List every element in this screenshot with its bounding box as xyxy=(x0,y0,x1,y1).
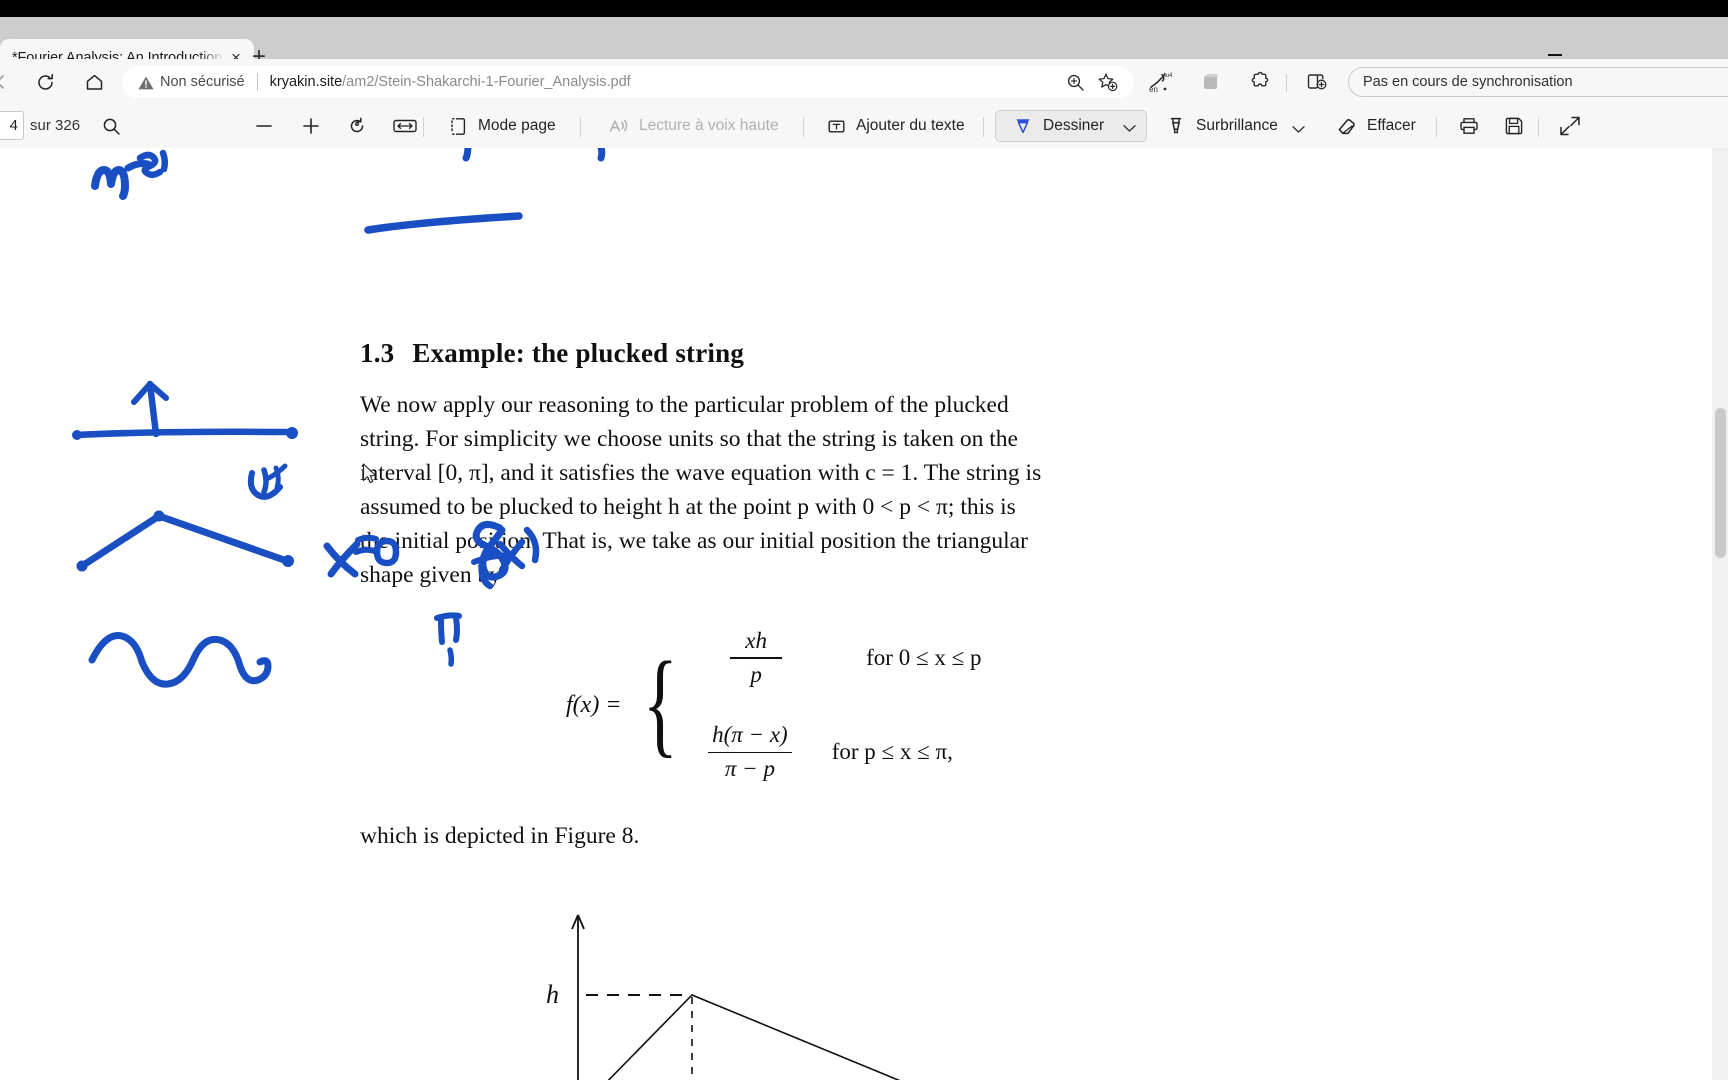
case-condition: for p ≤ x ≤ π, xyxy=(831,739,953,765)
omnibox-divider xyxy=(256,73,258,91)
split-screen-icon[interactable] xyxy=(1301,67,1331,97)
after-equation-text: which is depicted in Figure 8. xyxy=(360,823,640,849)
equation-lhs: f(x) = xyxy=(566,691,622,718)
address-bar[interactable]: Non sécurisé kryakin.site/am2/Stein-Shak… xyxy=(122,66,1134,98)
fraction-bar xyxy=(730,657,783,659)
zoom-out-button[interactable] xyxy=(243,110,285,142)
page-view-label: Mode page xyxy=(478,117,556,135)
left-brace: { xyxy=(642,636,678,768)
vertical-scrollbar-thumb[interactable] xyxy=(1715,408,1726,558)
warning-triangle-icon xyxy=(138,76,154,89)
sync-status-chip[interactable]: Pas en cours de synchronisation xyxy=(1348,67,1728,97)
section-number: 1.3 xyxy=(360,338,395,368)
extensions-puzzle-icon[interactable] xyxy=(1246,67,1276,97)
collections-icon[interactable] xyxy=(1196,67,1226,97)
sync-status-label: Pas en cours de synchronisation xyxy=(1363,74,1573,90)
highlight-button[interactable]: Surbrillance xyxy=(1155,110,1288,142)
toolbar-divider xyxy=(580,117,581,137)
zoom-in-button[interactable] xyxy=(290,110,332,142)
navigation-bar: Non sécurisé kryakin.site/am2/Stein-Shak… xyxy=(0,59,1728,104)
figure-y-label: h xyxy=(546,980,559,1009)
expand-button[interactable] xyxy=(1548,110,1592,142)
security-label: Non sécurisé xyxy=(160,74,245,90)
section-heading: 1.3 Example: the plucked string xyxy=(360,338,744,369)
tab-strip: *Fourier Analysis: An Introduction × + xyxy=(0,17,1728,76)
denominator: π − p xyxy=(724,756,775,782)
page-number-input[interactable]: 4 xyxy=(0,111,24,140)
reload-icon[interactable] xyxy=(30,67,60,97)
url-domain: kryakin.site xyxy=(269,74,343,90)
highlighter-icon xyxy=(1170,117,1182,134)
paragraph-line: assumed to be plucked to height h at the… xyxy=(360,494,1016,520)
capture-letterbox xyxy=(0,0,1728,17)
body-paragraph: We now apply our reasoning to the partic… xyxy=(360,388,1226,592)
url-text: kryakin.site/am2/Stein-Shakarchi-1-Fouri… xyxy=(270,74,1056,90)
add-text-label: Ajouter du texte xyxy=(856,117,965,135)
paragraph-line: the initial position. That is, we take a… xyxy=(360,528,1028,554)
denominator: p xyxy=(750,661,762,687)
toolbar-divider xyxy=(803,117,804,137)
search-button[interactable] xyxy=(92,110,131,142)
toolbar-divider xyxy=(1436,117,1437,137)
fraction: h(π − x) π − p xyxy=(708,722,792,782)
paragraph-line: string. For simplicity we choose units s… xyxy=(360,426,1018,452)
paragraph-line: interval [0, π], and it satisfies the wa… xyxy=(360,460,1042,486)
url-path: /am2/Stein-Shakarchi-1-Fourier_Analysis.… xyxy=(342,74,631,90)
toolbar-divider xyxy=(1286,74,1287,92)
paragraph-line: shape given by xyxy=(360,562,501,588)
vertical-scrollbar-track[interactable] xyxy=(1712,148,1728,1080)
toolbar-divider xyxy=(1538,117,1539,137)
triangular-waveform xyxy=(607,994,901,1080)
chevron-down-icon[interactable] xyxy=(1292,121,1305,139)
rotate-icon[interactable] xyxy=(336,110,378,142)
equation-case: h(π − x) π − p for p ≤ x ≤ π, xyxy=(694,722,981,782)
save-button[interactable] xyxy=(1493,110,1535,142)
display-equation: f(x) = { xh p for 0 ≤ x ≤ p h(π − x) π −… xyxy=(566,628,981,783)
erase-button[interactable]: Effacer xyxy=(1326,110,1426,142)
draw-label: Dessiner xyxy=(1043,117,1105,135)
paragraph-line: We now apply our reasoning to the partic… xyxy=(360,392,1009,418)
fraction-bar xyxy=(708,751,792,754)
browser-window: *Fourier Analysis: An Introduction × + N… xyxy=(0,0,1728,1080)
page-view-button[interactable]: Mode page xyxy=(438,110,566,142)
erase-label: Effacer xyxy=(1367,117,1416,135)
add-text-button[interactable]: Ajouter du texte xyxy=(816,110,975,142)
translate-icon[interactable]: en \u4e9c xyxy=(1145,67,1175,97)
fit-to-width-icon[interactable] xyxy=(382,110,428,142)
equation-cases: xh p for 0 ≤ x ≤ p h(π − x) π − p for p … xyxy=(694,628,981,783)
figure-8-plot: h xyxy=(546,914,901,1080)
toolbar-divider xyxy=(423,117,424,137)
highlight-label: Surbrillance xyxy=(1196,117,1278,135)
toolbar-divider xyxy=(983,117,984,137)
print-button[interactable] xyxy=(1448,110,1490,142)
read-aloud-button[interactable]: Lecture à voix haute xyxy=(598,110,789,142)
mouse-cursor xyxy=(362,463,377,484)
read-aloud-label: Lecture à voix haute xyxy=(639,117,779,135)
fraction: xh p xyxy=(730,628,783,688)
svg-text:en: en xyxy=(1149,85,1158,93)
home-icon[interactable] xyxy=(79,67,109,97)
draw-button[interactable]: Dessiner xyxy=(995,110,1147,142)
equation-case: xh p for 0 ≤ x ≤ p xyxy=(694,628,981,688)
numerator: xh xyxy=(745,628,767,653)
section-title: Example: the plucked string xyxy=(412,338,745,368)
zoom-in-icon[interactable] xyxy=(1062,69,1088,95)
page-total-label: sur 326 xyxy=(30,117,81,134)
security-status[interactable]: Non sécurisé xyxy=(138,74,245,90)
pdf-page: 1.3 Example: the plucked string We now ap… xyxy=(0,148,1712,1080)
case-condition: for 0 ≤ x ≤ p xyxy=(866,645,982,671)
eraser-icon xyxy=(1338,118,1355,135)
pen-icon xyxy=(1016,119,1030,134)
pdf-toolbar: 4 sur 326 Mode page Lecture à voix haute xyxy=(0,104,1728,149)
svg-text:\u4e9c: \u4e9c xyxy=(1164,73,1172,79)
pdf-document-area[interactable]: 1.3 Example: the plucked string We now ap… xyxy=(0,148,1728,1080)
add-favorite-star-icon[interactable] xyxy=(1094,69,1120,95)
numerator: h(π − x) xyxy=(712,722,788,748)
chevron-down-icon[interactable] xyxy=(1123,120,1136,137)
back-arrow-icon[interactable] xyxy=(0,67,16,97)
